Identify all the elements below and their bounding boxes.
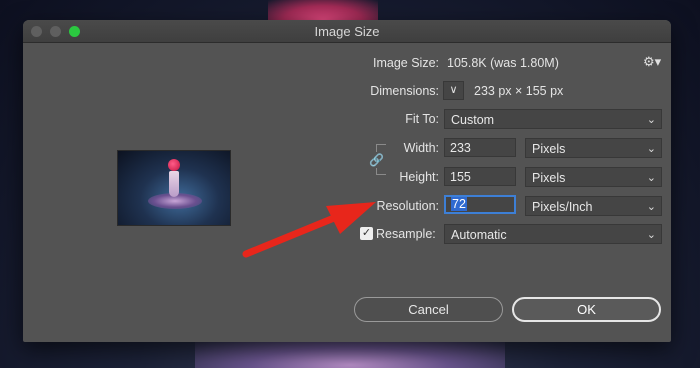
height-field[interactable]: 155	[444, 167, 516, 186]
preview-stem	[169, 171, 179, 197]
image-size-dialog: Image Size ⚙▾ Image Size: 105.8K (was 1.…	[23, 20, 671, 342]
width-label: Width:	[403, 141, 439, 155]
window-title: Image Size	[314, 24, 380, 39]
fit-to-select[interactable]: Custom ⌄	[444, 109, 662, 129]
fit-to-label: Fit To:	[405, 112, 439, 126]
dimensions-unit-dropdown[interactable]: ∨	[443, 81, 464, 100]
height-unit-value: Pixels	[532, 171, 566, 185]
dimensions-label: Dimensions:	[370, 84, 439, 98]
cancel-button[interactable]: Cancel	[354, 297, 503, 322]
width-field[interactable]: 233	[444, 138, 516, 157]
fit-to-value: Custom	[451, 113, 495, 127]
resample-select[interactable]: Automatic ⌄	[444, 224, 662, 244]
image-preview	[117, 150, 231, 226]
height-unit-select[interactable]: Pixels ⌄	[525, 167, 662, 187]
resample-checkbox[interactable]: ✓	[360, 227, 373, 240]
resolution-field[interactable]: 72	[444, 195, 516, 214]
chevron-down-icon: ∨	[449, 84, 458, 96]
resample-label: Resample:	[376, 227, 436, 241]
title-bar: Image Size	[23, 20, 671, 43]
preview-droplet	[168, 159, 180, 171]
width-unit-value: Pixels	[532, 142, 566, 156]
chevron-down-icon: ⌄	[646, 172, 656, 184]
background-droplet-top	[268, 0, 378, 20]
resolution-label: Resolution:	[376, 199, 439, 213]
chain-link-icon[interactable]: 🔗	[369, 152, 384, 168]
resolution-unit-value: Pixels/Inch	[532, 200, 593, 214]
image-size-value: 105.8K (was 1.80M)	[447, 56, 559, 70]
height-label: Height:	[399, 170, 439, 184]
resolution-value: 72	[451, 197, 467, 211]
gear-icon[interactable]: ⚙▾	[643, 54, 661, 70]
resample-value: Automatic	[451, 228, 507, 242]
chevron-down-icon: ⌄	[646, 229, 656, 241]
chevron-down-icon: ⌄	[646, 143, 656, 155]
background-splash-bottom	[195, 338, 505, 368]
chevron-down-icon: ⌄	[646, 114, 656, 126]
chevron-down-icon: ⌄	[646, 201, 656, 213]
resolution-unit-select[interactable]: Pixels/Inch ⌄	[525, 196, 662, 216]
ok-button[interactable]: OK	[512, 297, 661, 322]
dimensions-value: 233 px × 155 px	[474, 84, 564, 98]
width-unit-select[interactable]: Pixels ⌄	[525, 138, 662, 158]
image-size-label: Image Size:	[372, 56, 439, 70]
